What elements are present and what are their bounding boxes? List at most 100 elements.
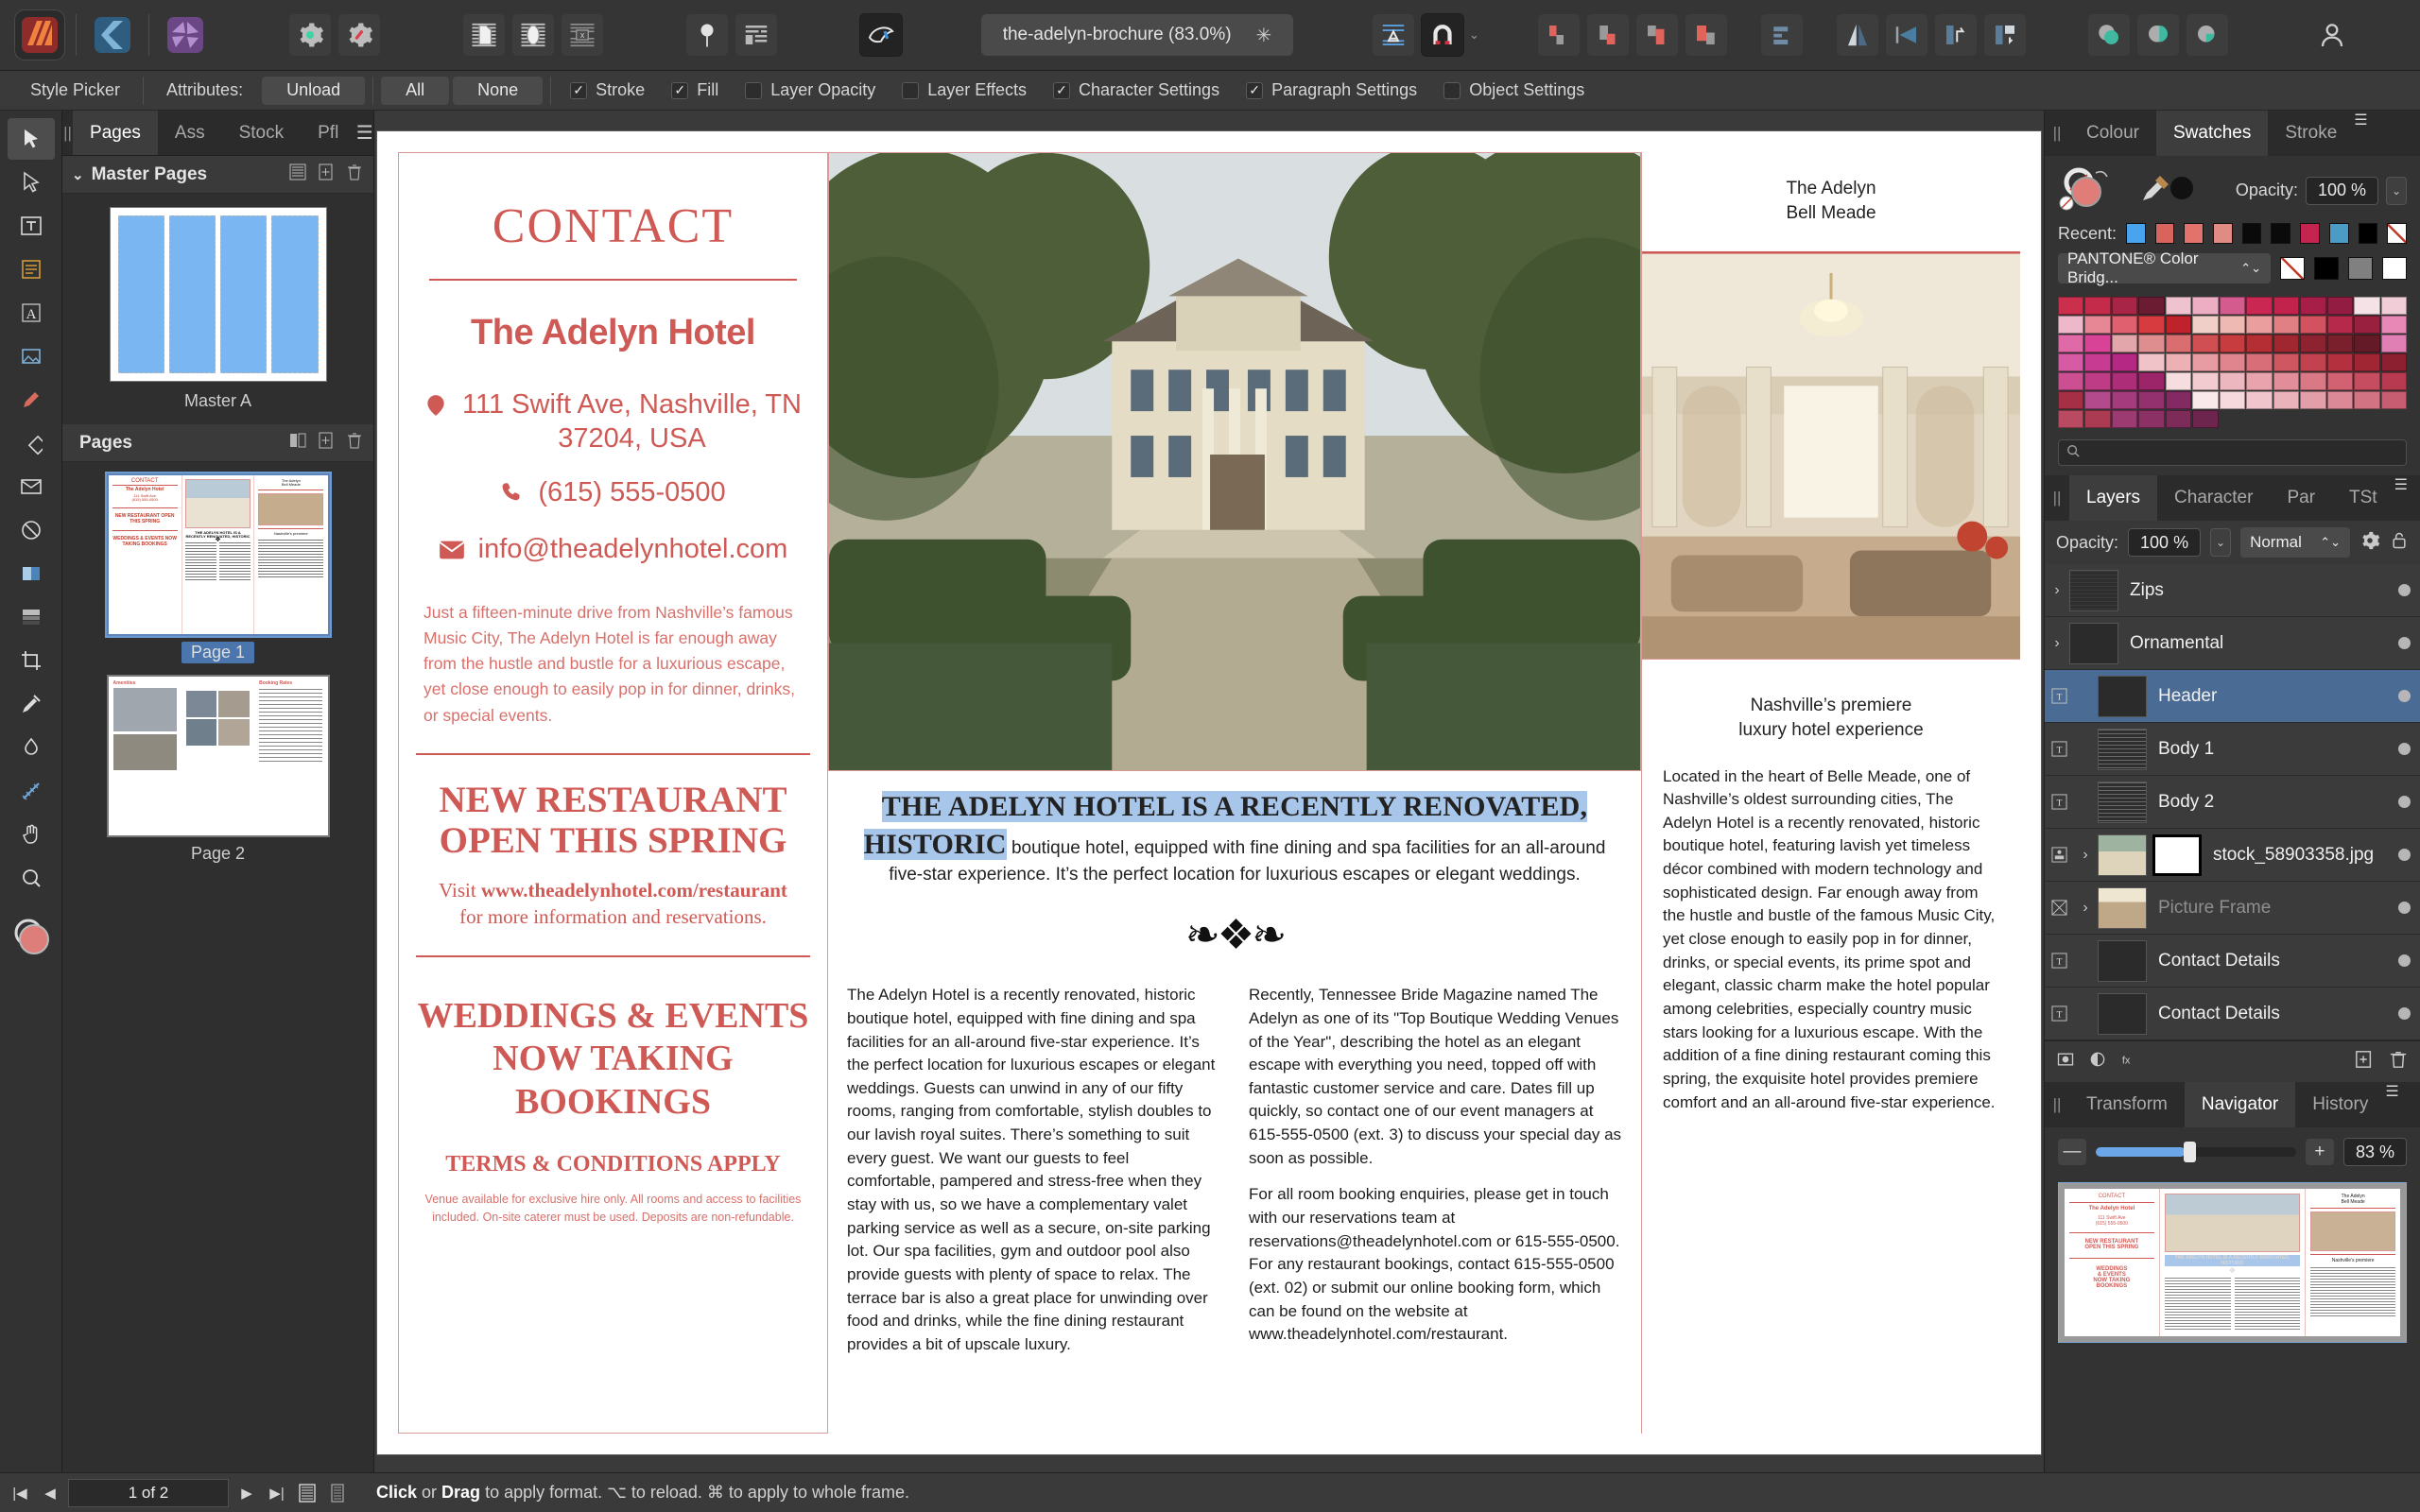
text-styles-icon[interactable] bbox=[1372, 13, 1415, 57]
palette-swatch[interactable] bbox=[2246, 335, 2273, 352]
palette-swatch[interactable] bbox=[2354, 353, 2380, 371]
tab-swatches[interactable]: Swatches bbox=[2155, 111, 2269, 156]
palette-swatch[interactable] bbox=[2326, 353, 2354, 371]
layer-visibility-toggle[interactable] bbox=[2388, 637, 2420, 649]
tab-stock[interactable]: Stock bbox=[222, 111, 302, 155]
tab-transform[interactable]: Transform bbox=[2069, 1082, 2185, 1127]
layer-visibility-toggle[interactable] bbox=[2388, 849, 2420, 861]
palette-swatch[interactable] bbox=[2246, 372, 2273, 390]
palette-swatch[interactable] bbox=[2273, 335, 2300, 352]
palette-swatch[interactable] bbox=[2138, 297, 2165, 315]
layer-visibility-toggle[interactable] bbox=[2388, 796, 2420, 808]
palette-swatch[interactable] bbox=[2111, 297, 2138, 315]
text-frame-tool[interactable] bbox=[8, 205, 55, 247]
boolean-subtract-icon[interactable] bbox=[2135, 13, 2180, 57]
palette-swatch[interactable] bbox=[2219, 391, 2246, 409]
zoom-tool[interactable] bbox=[8, 857, 55, 899]
palette-swatch[interactable] bbox=[2084, 297, 2111, 315]
swatch-search-input[interactable] bbox=[2058, 439, 2407, 466]
checkbox-paragraph-settings-box[interactable]: ✓ bbox=[1246, 81, 1264, 99]
zoom-value[interactable]: 83 % bbox=[2342, 1138, 2407, 1166]
recent-swatch[interactable] bbox=[2154, 223, 2175, 244]
adjustment-layer-icon[interactable] bbox=[2088, 1050, 2107, 1074]
recent-swatch[interactable] bbox=[2184, 223, 2204, 244]
align-right-icon[interactable] bbox=[1634, 13, 1679, 57]
palette-swatch[interactable] bbox=[2326, 335, 2354, 352]
palette-swatch[interactable] bbox=[2246, 316, 2273, 334]
checkbox-character-settings-box[interactable]: ✓ bbox=[1053, 81, 1070, 99]
layer-lock-icon[interactable] bbox=[2390, 531, 2409, 555]
palette-swatch[interactable] bbox=[2326, 316, 2354, 334]
layer-visibility-toggle[interactable] bbox=[2388, 584, 2420, 596]
palette-swatch[interactable] bbox=[2058, 297, 2084, 315]
align-distribute-icon[interactable] bbox=[1684, 13, 1728, 57]
checkbox-stroke[interactable]: ✓ Stroke bbox=[557, 80, 658, 100]
page-indicator[interactable]: 1 of 2 bbox=[68, 1478, 229, 1507]
checkbox-fill[interactable]: ✓ Fill bbox=[658, 80, 732, 100]
body-column-left[interactable]: The Adelyn Hotel is a recently renovated… bbox=[847, 984, 1220, 1369]
checkbox-fill-box[interactable]: ✓ bbox=[671, 81, 689, 99]
master-pages-add-icon[interactable] bbox=[317, 163, 336, 187]
layer-visibility-toggle[interactable] bbox=[2388, 954, 2420, 967]
palette-swatch[interactable] bbox=[2273, 372, 2300, 390]
boolean-intersect-icon[interactable] bbox=[2185, 13, 2229, 57]
brochure-right-panel[interactable]: The Adelyn Bell Meade Nashville’s premie… bbox=[1641, 152, 2020, 1434]
designer-logo-icon[interactable] bbox=[88, 10, 137, 60]
palette-swatch[interactable] bbox=[2219, 372, 2246, 390]
palette-swatch[interactable] bbox=[2380, 353, 2407, 371]
body-column-right[interactable]: Recently, Tennessee Bride Magazine named… bbox=[1249, 984, 1622, 1369]
envelope-tool[interactable] bbox=[8, 466, 55, 507]
master-pages-header[interactable]: ⌄ Master Pages bbox=[62, 156, 373, 194]
tab-navigator[interactable]: Navigator bbox=[2184, 1082, 2296, 1127]
swatch-opacity-value[interactable]: 100 % bbox=[2305, 176, 2378, 205]
palette-swatch[interactable] bbox=[2354, 372, 2380, 390]
quick-swatch-none[interactable] bbox=[2280, 257, 2305, 280]
transparency-tool[interactable] bbox=[8, 596, 55, 638]
palette-swatch[interactable] bbox=[2219, 335, 2246, 352]
picture-frame-tool[interactable] bbox=[8, 335, 55, 377]
zoom-out-button[interactable]: — bbox=[2058, 1139, 2086, 1165]
recent-swatch[interactable] bbox=[2300, 223, 2320, 244]
recent-swatch-none[interactable] bbox=[2387, 223, 2407, 244]
tab-paragraph[interactable]: Par bbox=[2270, 475, 2332, 521]
palette-swatch[interactable] bbox=[2219, 316, 2246, 334]
move-tool[interactable] bbox=[7, 118, 55, 160]
boolean-add-icon[interactable] bbox=[2086, 13, 2131, 57]
palette-swatch[interactable] bbox=[2165, 372, 2192, 390]
palette-swatch[interactable] bbox=[2300, 353, 2326, 371]
recent-swatch[interactable] bbox=[2126, 223, 2146, 244]
checkbox-object-settings-box[interactable]: ✓ bbox=[1443, 81, 1461, 99]
palette-swatch[interactable] bbox=[2273, 353, 2300, 371]
crop-tool[interactable] bbox=[8, 640, 55, 681]
shape-tool[interactable] bbox=[8, 422, 55, 464]
flip-vertical-icon[interactable] bbox=[1884, 13, 1928, 57]
palette-swatch[interactable] bbox=[2165, 297, 2192, 315]
blend-mode-chevron-icon[interactable]: ⌃⌄ bbox=[2320, 535, 2341, 550]
page-thumbnail-1[interactable]: CONTACT The Adelyn Hotel 111 Swift Ave (… bbox=[104, 472, 332, 638]
palette-swatch[interactable] bbox=[2165, 391, 2192, 409]
publisher-logo-icon[interactable] bbox=[14, 9, 65, 60]
preferences-icon[interactable] bbox=[288, 13, 332, 57]
delete-layer-icon[interactable] bbox=[2388, 1050, 2409, 1074]
tab-layers[interactable]: Layers bbox=[2069, 475, 2158, 521]
gradient-tool[interactable] bbox=[8, 553, 55, 594]
photo-logo-icon[interactable] bbox=[161, 10, 210, 60]
palette-swatch[interactable] bbox=[2326, 391, 2354, 409]
interior-image[interactable] bbox=[1642, 253, 2020, 661]
account-icon[interactable] bbox=[2310, 13, 2354, 57]
palette-swatch[interactable] bbox=[2058, 353, 2084, 371]
expand-chevron-icon[interactable]: › bbox=[2045, 582, 2069, 599]
palette-swatch[interactable] bbox=[2138, 316, 2165, 334]
palette-swatch[interactable] bbox=[2111, 410, 2138, 428]
layers-panel-menu-icon[interactable]: ☰ bbox=[2394, 475, 2408, 521]
checkbox-layer-opacity[interactable]: ✓ Layer Opacity bbox=[732, 80, 889, 100]
expand-chevron-icon[interactable]: › bbox=[2073, 900, 2098, 917]
palette-swatch[interactable] bbox=[2111, 316, 2138, 334]
brochure-left-panel[interactable]: CONTACT The Adelyn Hotel 111 Swift Ave, … bbox=[398, 152, 828, 1434]
tab-character[interactable]: Character bbox=[2157, 475, 2270, 521]
previous-page-icon[interactable]: ◀ bbox=[38, 1485, 62, 1502]
recent-swatch[interactable] bbox=[2271, 223, 2291, 244]
tab-pages[interactable]: Pages bbox=[73, 111, 158, 155]
palette-swatch[interactable] bbox=[2084, 353, 2111, 371]
spread-view-icon[interactable] bbox=[325, 1483, 350, 1503]
